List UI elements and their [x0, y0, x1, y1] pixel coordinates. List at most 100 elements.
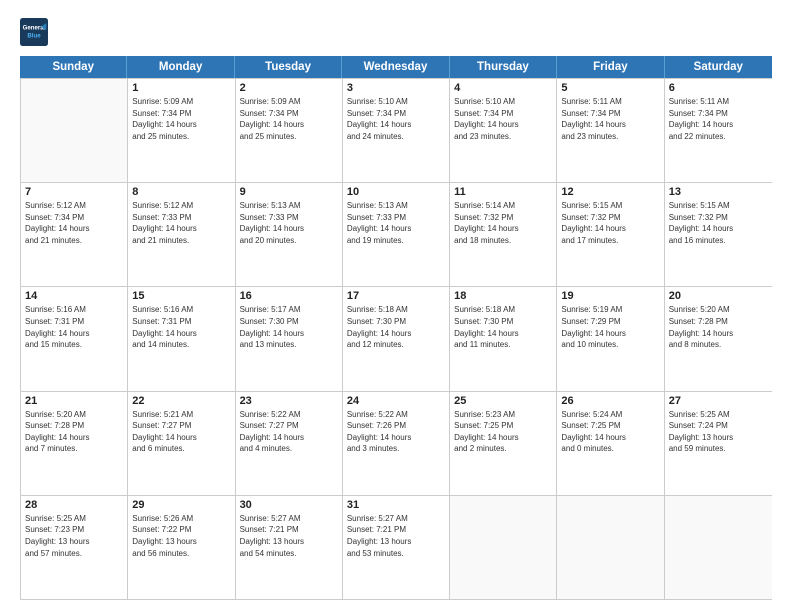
cell-info: Sunrise: 5:09 AM Sunset: 7:34 PM Dayligh… — [240, 96, 338, 142]
logo: General Blue — [20, 18, 52, 46]
calendar-cell — [21, 79, 128, 182]
cell-info: Sunrise: 5:23 AM Sunset: 7:25 PM Dayligh… — [454, 409, 552, 455]
cell-info: Sunrise: 5:16 AM Sunset: 7:31 PM Dayligh… — [132, 304, 230, 350]
cell-info: Sunrise: 5:11 AM Sunset: 7:34 PM Dayligh… — [669, 96, 768, 142]
calendar-cell: 26Sunrise: 5:24 AM Sunset: 7:25 PM Dayli… — [557, 392, 664, 495]
calendar-cell: 8Sunrise: 5:12 AM Sunset: 7:33 PM Daylig… — [128, 183, 235, 286]
weekday-header-saturday: Saturday — [665, 56, 772, 78]
calendar-cell: 1Sunrise: 5:09 AM Sunset: 7:34 PM Daylig… — [128, 79, 235, 182]
cell-date: 2 — [240, 82, 338, 94]
calendar-header: SundayMondayTuesdayWednesdayThursdayFrid… — [20, 56, 772, 78]
cell-date: 14 — [25, 290, 123, 302]
header: General Blue — [20, 18, 772, 46]
cell-date: 31 — [347, 499, 445, 511]
logo-icon: General Blue — [20, 18, 48, 46]
calendar-cell — [450, 496, 557, 599]
calendar-cell: 7 Sunrise: 5:12 AM Sunset: 7:34 PM Daylig… — [21, 183, 128, 286]
cell-info: Sunrise: 5:22 AM Sunset: 7:27 PM Dayligh… — [240, 409, 338, 455]
calendar-row-3: 14 Sunrise: 5:16 AM Sunset: 7:31 PM Dayli… — [21, 286, 772, 390]
calendar-cell: 15 Sunrise: 5:16 AM Sunset: 7:31 PM Dayli… — [128, 287, 235, 390]
cell-info: Sunrise: 5:26 AM Sunset: 7:22 PM Dayligh… — [132, 513, 230, 559]
cell-date: 10 — [347, 186, 445, 198]
weekday-header-tuesday: Tuesday — [235, 56, 342, 78]
calendar-cell: 28Sunrise: 5:25 AM Sunset: 7:23 PM Dayli… — [21, 496, 128, 599]
cell-info: Sunrise: 5:25 AM Sunset: 7:24 PM Dayligh… — [669, 409, 768, 455]
cell-date: 21 — [25, 395, 123, 407]
cell-info: Sunrise: 5:13 AM Sunset: 7:33 PM Dayligh… — [240, 200, 338, 246]
calendar-cell: 25 Sunrise: 5:23 AM Sunset: 7:25 PM Dayli… — [450, 392, 557, 495]
calendar-cell: 10 Sunrise: 5:13 AM Sunset: 7:33 PM Dayli… — [343, 183, 450, 286]
calendar-cell: 27 Sunrise: 5:25 AM Sunset: 7:24 PM Dayli… — [665, 392, 772, 495]
cell-date: 19 — [561, 290, 659, 302]
calendar-row-2: 7 Sunrise: 5:12 AM Sunset: 7:34 PM Daylig… — [21, 182, 772, 286]
calendar-cell — [665, 496, 772, 599]
calendar-cell: 30Sunrise: 5:27 AM Sunset: 7:21 PM Dayli… — [236, 496, 343, 599]
calendar-row-4: 21Sunrise: 5:20 AM Sunset: 7:28 PM Dayli… — [21, 391, 772, 495]
calendar-cell: 11Sunrise: 5:14 AM Sunset: 7:32 PM Dayli… — [450, 183, 557, 286]
svg-text:Blue: Blue — [27, 32, 41, 39]
calendar-cell: 16Sunrise: 5:17 AM Sunset: 7:30 PM Dayli… — [236, 287, 343, 390]
cell-date: 15 — [132, 290, 230, 302]
weekday-header-wednesday: Wednesday — [342, 56, 449, 78]
weekday-header-sunday: Sunday — [20, 56, 127, 78]
cell-info: Sunrise: 5:16 AM Sunset: 7:31 PM Dayligh… — [25, 304, 123, 350]
cell-info: Sunrise: 5:12 AM Sunset: 7:34 PM Dayligh… — [25, 200, 123, 246]
cell-date: 1 — [132, 82, 230, 94]
calendar-body: 1 Sunrise: 5:09 AM Sunset: 7:34 PM Daylig… — [20, 78, 772, 600]
cell-info: Sunrise: 5:24 AM Sunset: 7:25 PM Dayligh… — [561, 409, 659, 455]
calendar-cell: 2 Sunrise: 5:09 AM Sunset: 7:34 PM Daylig… — [236, 79, 343, 182]
cell-date: 4 — [454, 82, 552, 94]
cell-info: Sunrise: 5:15 AM Sunset: 7:32 PM Dayligh… — [669, 200, 768, 246]
cell-info: Sunrise: 5:21 AM Sunset: 7:27 PM Dayligh… — [132, 409, 230, 455]
cell-info: Sunrise: 5:25 AM Sunset: 7:23 PM Dayligh… — [25, 513, 123, 559]
calendar-cell: 13 Sunrise: 5:15 AM Sunset: 7:32 PM Dayli… — [665, 183, 772, 286]
cell-date: 11 — [454, 186, 552, 198]
calendar-cell: 12Sunrise: 5:15 AM Sunset: 7:32 PM Dayli… — [557, 183, 664, 286]
calendar: SundayMondayTuesdayWednesdayThursdayFrid… — [20, 56, 772, 600]
calendar-cell — [557, 496, 664, 599]
calendar-cell: 5 Sunrise: 5:11 AM Sunset: 7:34 PM Daylig… — [557, 79, 664, 182]
cell-date: 13 — [669, 186, 768, 198]
calendar-cell: 17 Sunrise: 5:18 AM Sunset: 7:30 PM Dayli… — [343, 287, 450, 390]
calendar-cell: 4Sunrise: 5:10 AM Sunset: 7:34 PM Daylig… — [450, 79, 557, 182]
cell-date: 29 — [132, 499, 230, 511]
calendar-row-1: 1 Sunrise: 5:09 AM Sunset: 7:34 PM Daylig… — [21, 78, 772, 182]
cell-info: Sunrise: 5:18 AM Sunset: 7:30 PM Dayligh… — [454, 304, 552, 350]
cell-date: 25 — [454, 395, 552, 407]
calendar-cell: 23Sunrise: 5:22 AM Sunset: 7:27 PM Dayli… — [236, 392, 343, 495]
cell-info: Sunrise: 5:20 AM Sunset: 7:28 PM Dayligh… — [669, 304, 768, 350]
calendar-cell: 6 Sunrise: 5:11 AM Sunset: 7:34 PM Daylig… — [665, 79, 772, 182]
calendar-cell: 18Sunrise: 5:18 AM Sunset: 7:30 PM Dayli… — [450, 287, 557, 390]
cell-info: Sunrise: 5:15 AM Sunset: 7:32 PM Dayligh… — [561, 200, 659, 246]
cell-info: Sunrise: 5:27 AM Sunset: 7:21 PM Dayligh… — [240, 513, 338, 559]
cell-date: 9 — [240, 186, 338, 198]
cell-info: Sunrise: 5:22 AM Sunset: 7:26 PM Dayligh… — [347, 409, 445, 455]
cell-date: 6 — [669, 82, 768, 94]
calendar-cell: 19 Sunrise: 5:19 AM Sunset: 7:29 PM Dayli… — [557, 287, 664, 390]
cell-info: Sunrise: 5:12 AM Sunset: 7:33 PM Dayligh… — [132, 200, 230, 246]
weekday-header-monday: Monday — [127, 56, 234, 78]
weekday-header-thursday: Thursday — [450, 56, 557, 78]
cell-info: Sunrise: 5:11 AM Sunset: 7:34 PM Dayligh… — [561, 96, 659, 142]
page: General Blue SundayMondayTuesdayWednesda… — [0, 0, 792, 612]
cell-info: Sunrise: 5:18 AM Sunset: 7:30 PM Dayligh… — [347, 304, 445, 350]
calendar-cell: 29 Sunrise: 5:26 AM Sunset: 7:22 PM Dayli… — [128, 496, 235, 599]
calendar-cell: 3Sunrise: 5:10 AM Sunset: 7:34 PM Daylig… — [343, 79, 450, 182]
weekday-header-friday: Friday — [557, 56, 664, 78]
cell-date: 20 — [669, 290, 768, 302]
calendar-cell: 9 Sunrise: 5:13 AM Sunset: 7:33 PM Daylig… — [236, 183, 343, 286]
cell-date: 24 — [347, 395, 445, 407]
svg-text:General: General — [23, 24, 46, 31]
cell-date: 27 — [669, 395, 768, 407]
calendar-cell: 21Sunrise: 5:20 AM Sunset: 7:28 PM Dayli… — [21, 392, 128, 495]
cell-info: Sunrise: 5:19 AM Sunset: 7:29 PM Dayligh… — [561, 304, 659, 350]
cell-date: 17 — [347, 290, 445, 302]
cell-info: Sunrise: 5:27 AM Sunset: 7:21 PM Dayligh… — [347, 513, 445, 559]
cell-date: 3 — [347, 82, 445, 94]
cell-info: Sunrise: 5:13 AM Sunset: 7:33 PM Dayligh… — [347, 200, 445, 246]
cell-date: 5 — [561, 82, 659, 94]
cell-date: 7 — [25, 186, 123, 198]
calendar-cell: 14 Sunrise: 5:16 AM Sunset: 7:31 PM Dayli… — [21, 287, 128, 390]
cell-date: 22 — [132, 395, 230, 407]
cell-info: Sunrise: 5:17 AM Sunset: 7:30 PM Dayligh… — [240, 304, 338, 350]
